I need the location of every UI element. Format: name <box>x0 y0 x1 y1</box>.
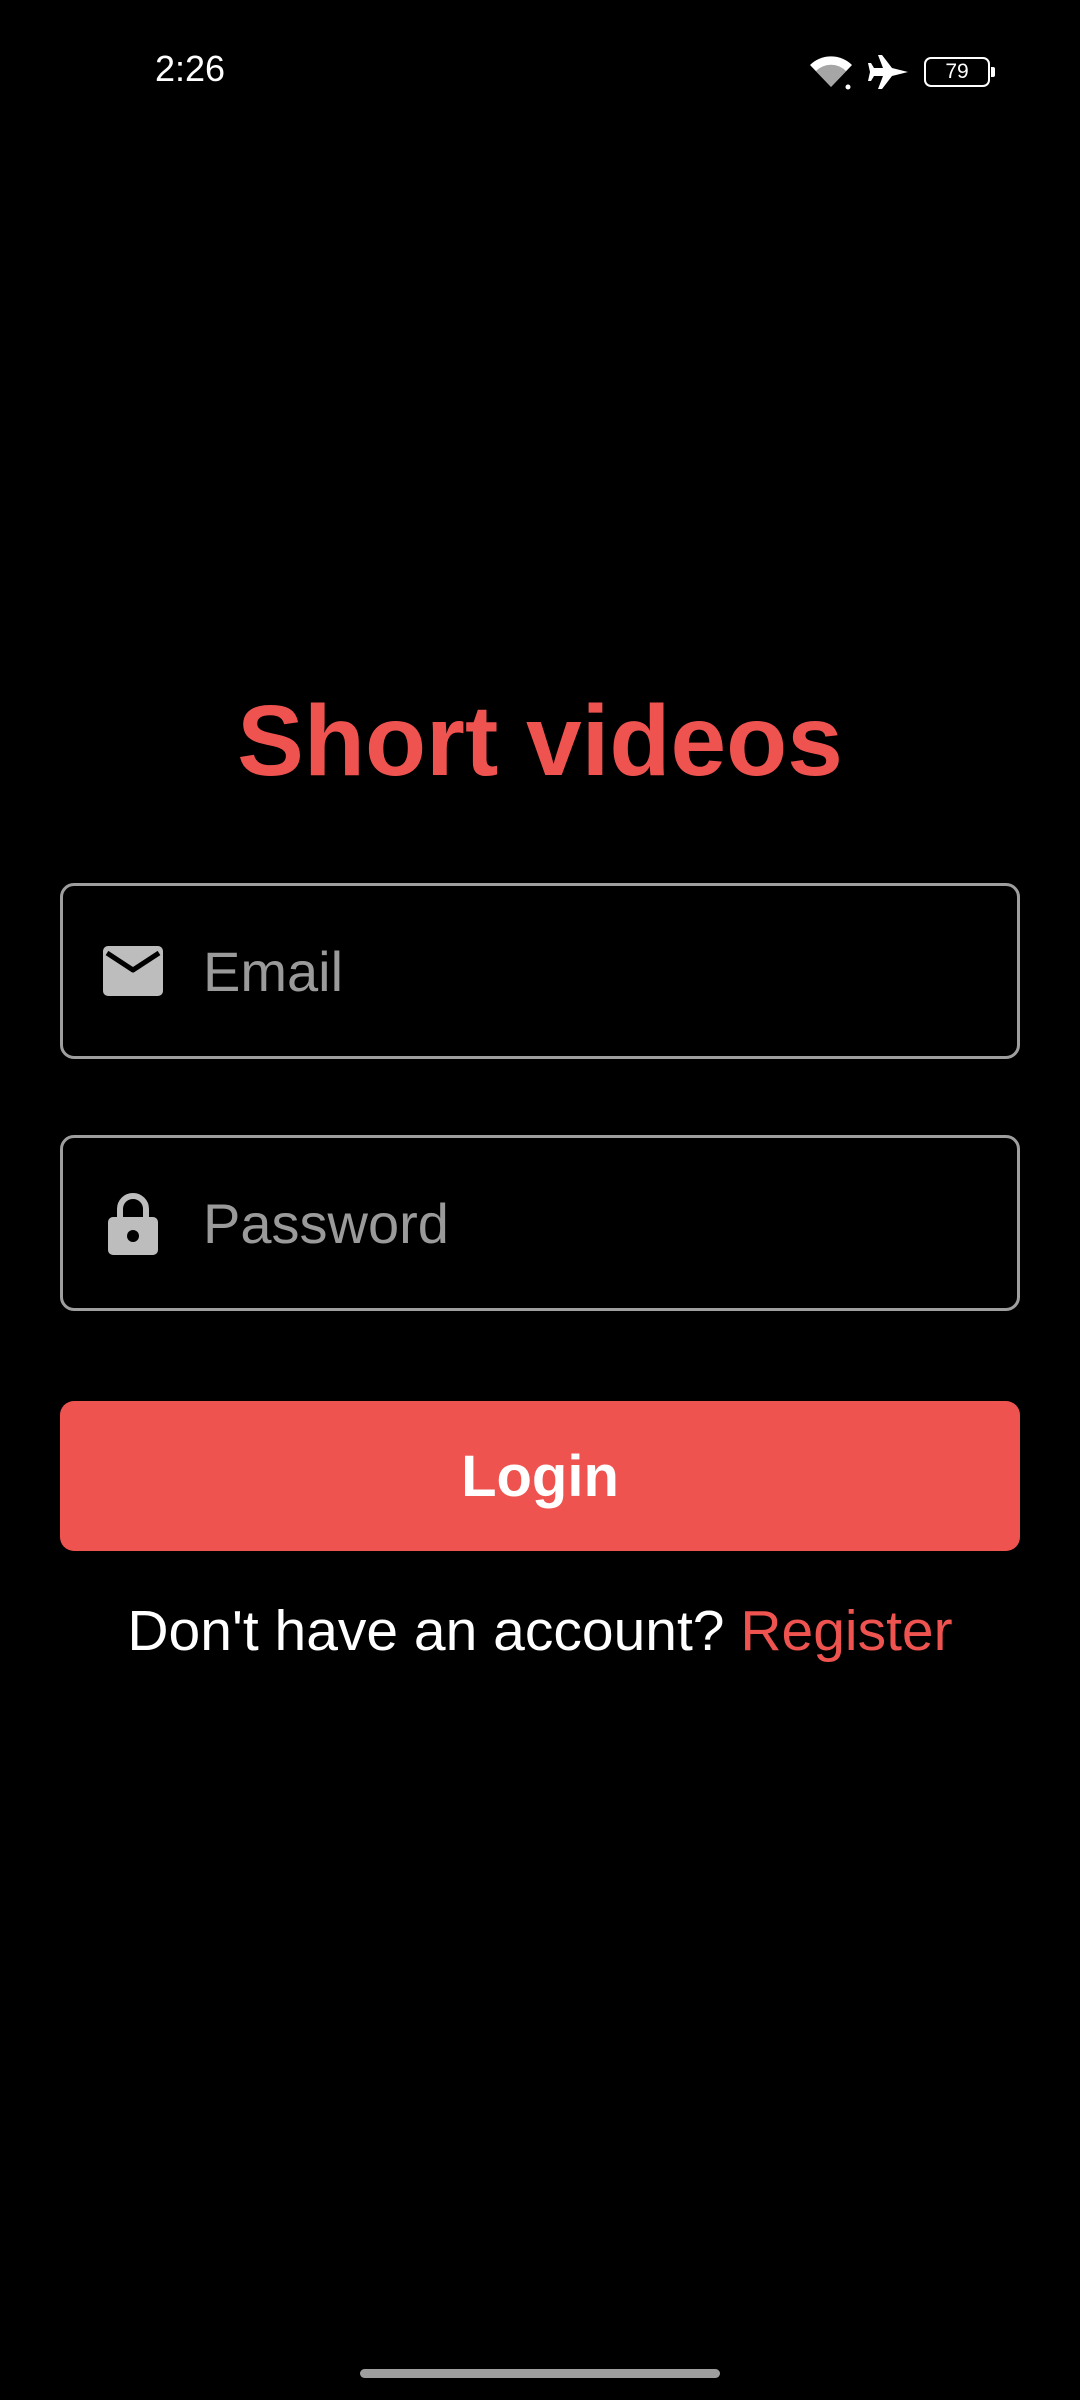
login-button[interactable]: Login <box>60 1401 1020 1551</box>
mail-icon <box>101 939 165 1003</box>
battery-icon: 79 <box>924 57 995 87</box>
register-prompt-line: Don't have an account? Register <box>0 1598 1080 1664</box>
app-title: Short videos <box>237 685 843 797</box>
password-input[interactable] <box>203 1138 1017 1308</box>
battery-level: 79 <box>945 60 969 83</box>
status-time: 2:26 <box>155 48 226 89</box>
lock-icon <box>101 1191 165 1255</box>
wifi-icon <box>808 53 854 91</box>
register-link[interactable]: Register <box>740 1599 952 1663</box>
status-bar: 2:26 79 <box>0 0 1080 140</box>
airplane-mode-icon <box>868 53 910 91</box>
password-field-container[interactable] <box>60 1135 1020 1311</box>
home-indicator[interactable] <box>360 2369 720 2378</box>
register-prompt-text: Don't have an account? <box>127 1599 741 1663</box>
email-field-container[interactable] <box>60 883 1020 1059</box>
email-input[interactable] <box>203 886 1017 1056</box>
status-icons: 79 <box>808 50 995 94</box>
